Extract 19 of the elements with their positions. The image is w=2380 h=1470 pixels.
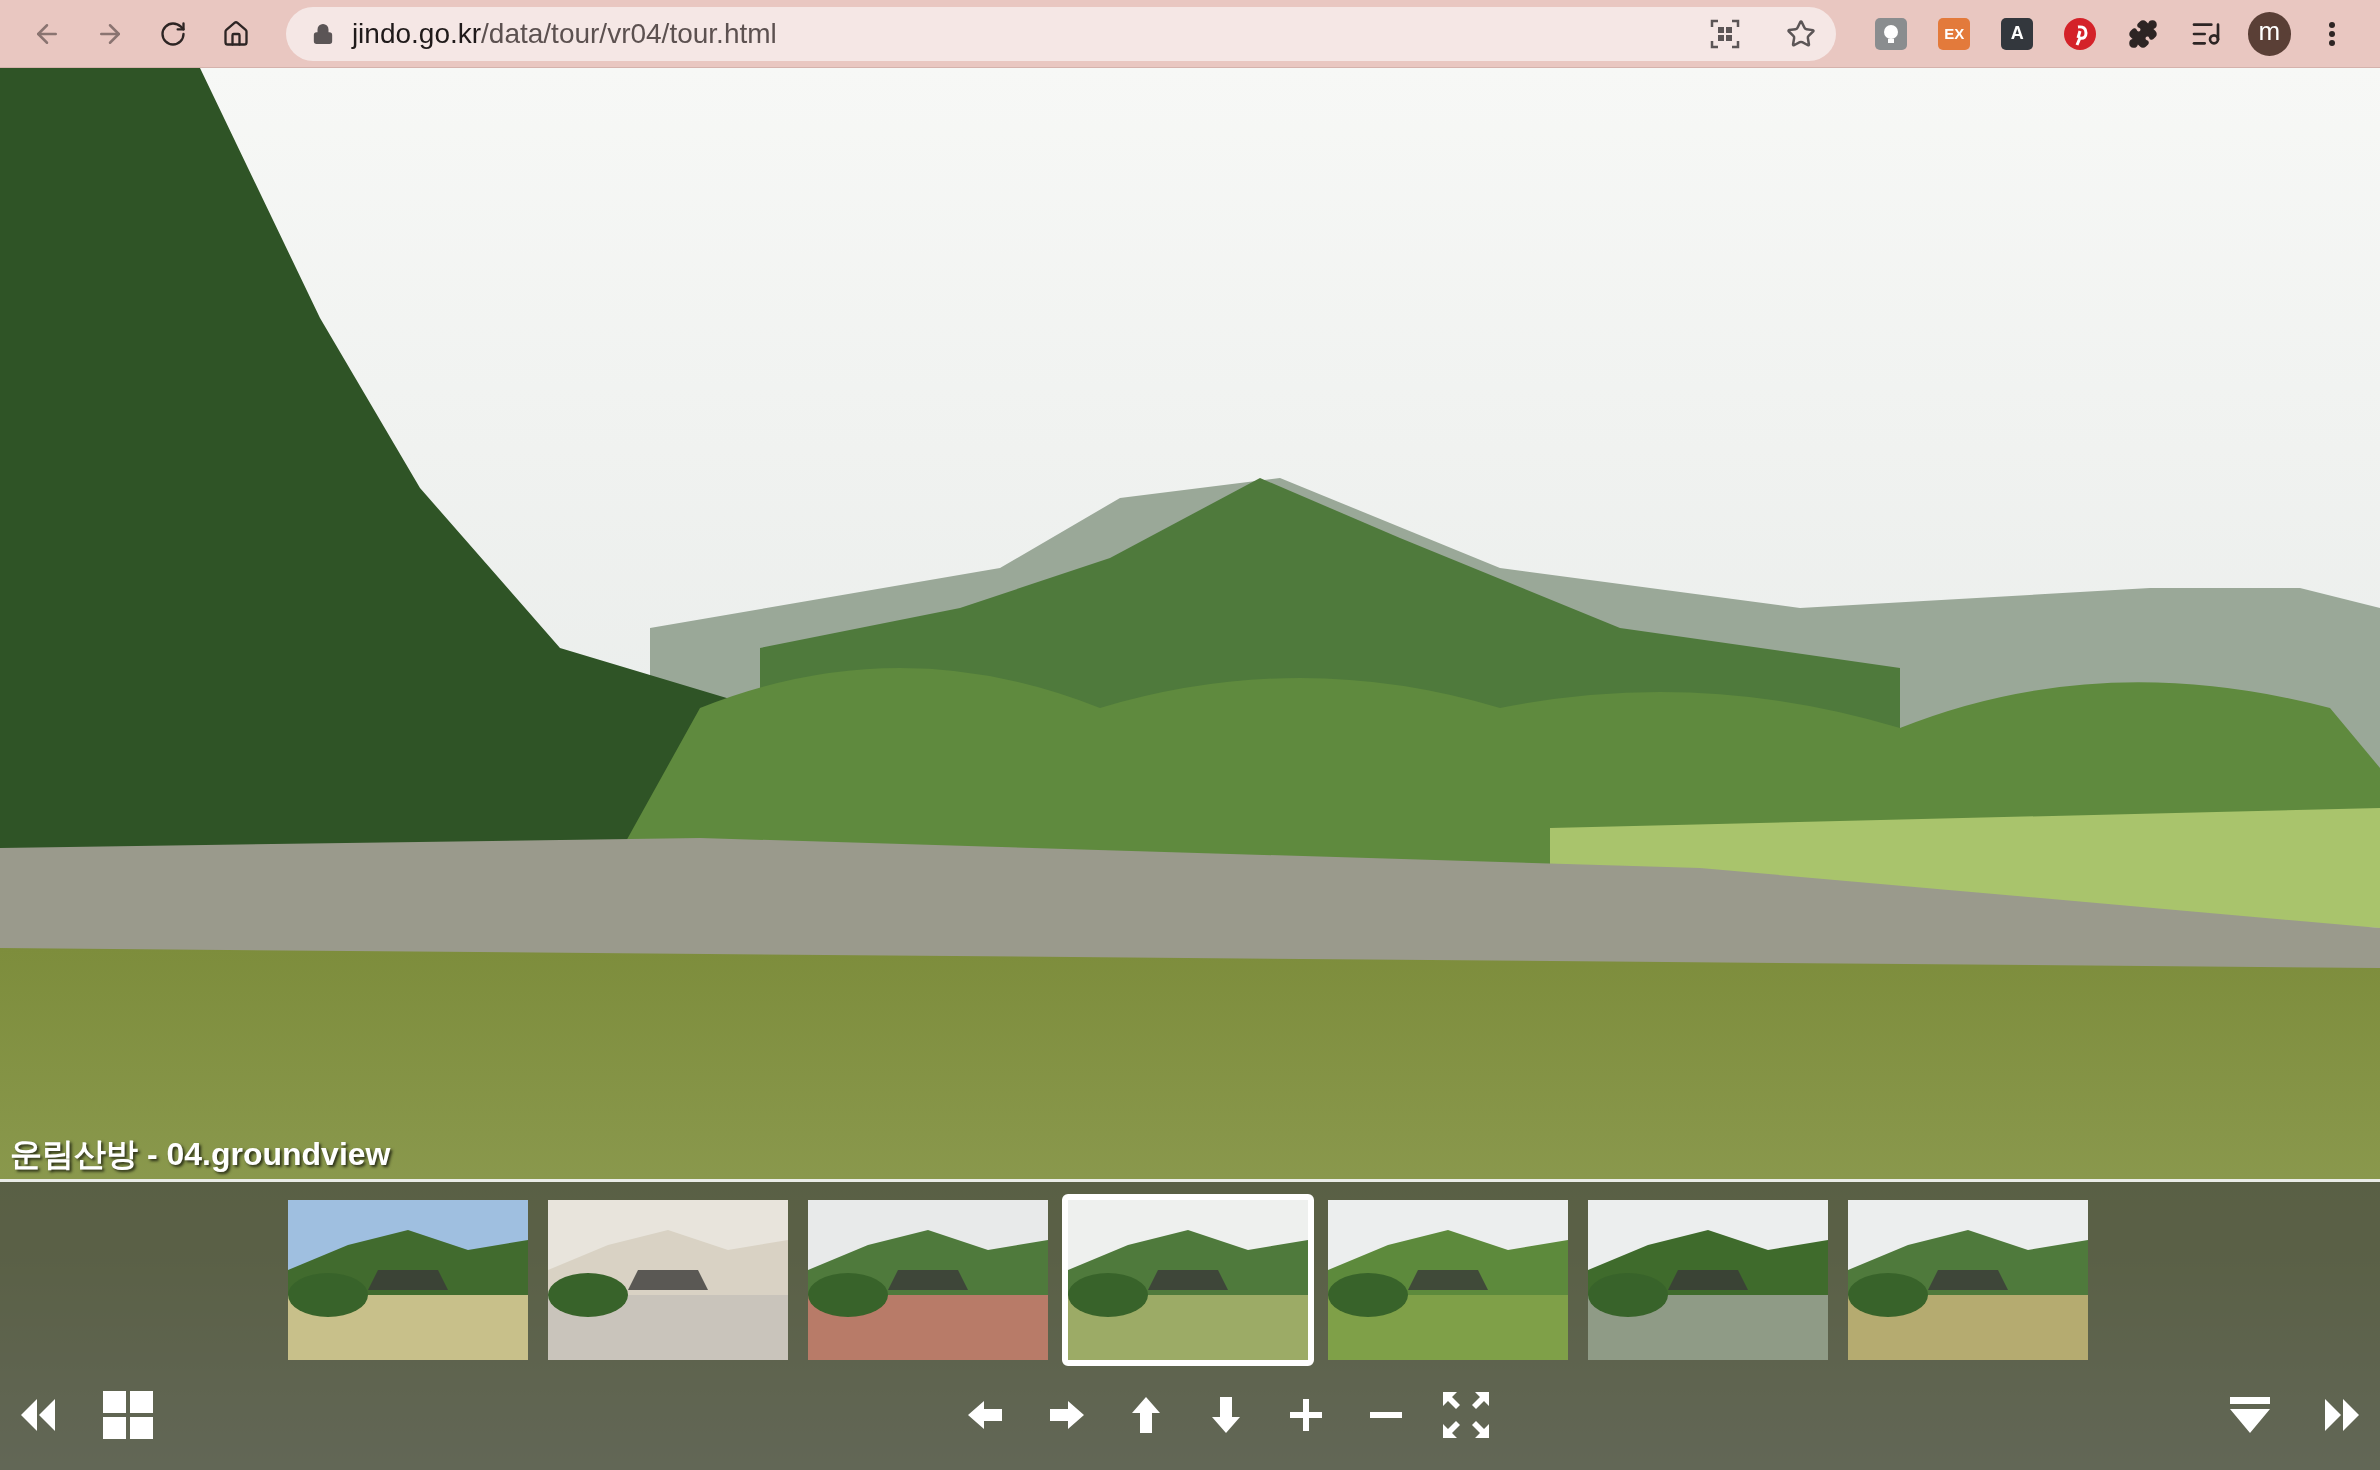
collapse-icon <box>2230 1395 2270 1435</box>
fullscreen-icon <box>1443 1392 1489 1438</box>
bulb-extension-icon <box>1875 17 1908 50</box>
pin-extension-icon <box>2064 17 2097 50</box>
extension-icon: EX <box>1938 17 1971 50</box>
minus-icon <box>1370 1412 1402 1418</box>
dictionary-extension-icon: A <box>2001 17 2034 50</box>
grid-icon <box>103 1391 153 1439</box>
lock-icon <box>311 22 334 45</box>
reload-icon <box>159 19 188 48</box>
qr-code-icon[interactable] <box>1710 18 1741 49</box>
address-bar[interactable]: jindo.go.kr/data/tour/vr04/tour.html <box>285 6 1837 61</box>
url-text: jindo.go.kr/data/tour/vr04/tour.html <box>351 17 778 50</box>
extensions-icon <box>2128 18 2159 49</box>
more-menu-icon <box>2329 21 2336 46</box>
home-icon <box>222 19 251 48</box>
profile-avatar[interactable]: m <box>2247 11 2291 56</box>
bookmark-star-icon[interactable] <box>1786 18 1817 49</box>
scene-title: 운림산방 - 04.groundview <box>10 1135 391 1174</box>
